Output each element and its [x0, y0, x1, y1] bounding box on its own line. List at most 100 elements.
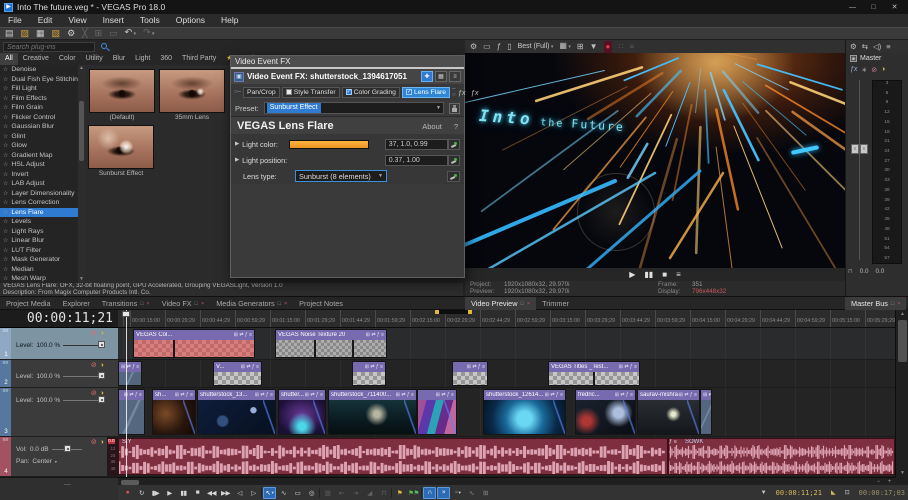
plugin-chain-chip[interactable]: Lens Flare: [402, 87, 450, 98]
track-lane-3[interactable]: sh... shutterstock_13... shutter... shut…: [118, 388, 895, 437]
timeline-clip[interactable]: [352, 361, 386, 386]
overlays-dropdown[interactable]: ▦: [559, 40, 570, 53]
cursor-time[interactable]: 00:00:11;21: [776, 489, 822, 497]
plugin-list-item[interactable]: ☆Levels: [0, 217, 78, 227]
favorite-star-icon[interactable]: ☆: [3, 256, 8, 263]
timeline-clip[interactable]: [452, 361, 488, 386]
menu-item[interactable]: Options: [168, 14, 213, 27]
playhead-marker[interactable]: [122, 311, 130, 317]
dock-tab[interactable]: Project Notes□×: [293, 297, 349, 310]
master-insert-fx-icon[interactable]: ∗: [861, 66, 867, 74]
plugin-chain-menu-button[interactable]: ≡: [449, 71, 461, 82]
timeline-clip[interactable]: [118, 361, 142, 386]
scroll-up-icon[interactable]: ▲: [78, 65, 85, 72]
favorite-star-icon[interactable]: ☆: [3, 66, 8, 73]
peak-readout[interactable]: 0.0: [108, 439, 115, 444]
stop-button[interactable]: ■: [191, 487, 204, 499]
pan-value[interactable]: Center: [32, 458, 52, 465]
preview-pause-button[interactable]: ▮▮: [644, 270, 653, 279]
undo-icon[interactable]: ↶: [125, 27, 136, 40]
parameter-value[interactable]: 0.37, 1.00: [385, 155, 448, 166]
favorite-star-icon[interactable]: ☆: [3, 104, 8, 111]
favorite-star-icon[interactable]: ☆: [3, 133, 8, 140]
level-value[interactable]: 100.0 %: [36, 397, 60, 404]
sep-4[interactable]: [421, 488, 422, 498]
plugin-list-scrollbar[interactable]: ▲ ▼: [78, 65, 85, 283]
properties-gear-icon[interactable]: ⚙: [67, 28, 75, 39]
insert-marker-button[interactable]: ⚑: [393, 487, 406, 499]
preset-image[interactable]: [88, 125, 154, 169]
mixer-layout-icon[interactable]: ≡: [886, 42, 890, 51]
timeline-clip[interactable]: shutter...: [278, 389, 326, 435]
lock-button[interactable]: ⊓: [377, 487, 390, 499]
sep-1[interactable]: [261, 488, 262, 498]
clip-split-line[interactable]: [352, 340, 354, 357]
cut-icon[interactable]: ╳: [82, 28, 87, 39]
scrollbar-handle[interactable]: [79, 101, 84, 161]
trim-end-button[interactable]: ⇥: [349, 487, 362, 499]
plugin-list-item[interactable]: ☆Lens Flare: [0, 208, 78, 218]
favorite-star-icon[interactable]: ☆: [3, 180, 8, 187]
add-plugin-button[interactable]: ✚: [421, 71, 433, 82]
dock-tab[interactable]: Explorer□×: [57, 297, 96, 310]
quantize-to-frames-button[interactable]: ×: [437, 487, 450, 499]
float-window-icon[interactable]: □: [891, 301, 894, 307]
inactive-icon-1[interactable]: ∷: [618, 41, 623, 53]
edit-tool-button[interactable]: ↖: [263, 487, 276, 499]
mute-icon[interactable]: ⊘: [91, 362, 97, 369]
save-snapshot-icon[interactable]: ▼: [590, 41, 598, 53]
favorite-star-icon[interactable]: ☆: [3, 152, 8, 159]
minimize-button[interactable]: —: [843, 2, 862, 13]
level-slider[interactable]: [63, 341, 105, 349]
close-icon[interactable]: ×: [147, 301, 150, 307]
plugin-list-item[interactable]: ☆Mesh Warp: [0, 274, 78, 283]
plugin-filter-tab[interactable]: ★Utility: [81, 53, 108, 65]
timeline-clip[interactable]: shutterstock_12614...: [483, 389, 566, 435]
redo-icon[interactable]: ↷: [143, 27, 154, 40]
parameter-value[interactable]: 37, 1.0, 0.99: [385, 139, 448, 150]
preset-dropdown[interactable]: Sunburst Effect ▼: [264, 102, 444, 114]
selection-end-time[interactable]: 00:00:17;03: [859, 489, 905, 497]
plugin-list-item[interactable]: ☆Median: [0, 265, 78, 275]
favorite-star-icon[interactable]: ☆: [3, 142, 8, 149]
animate-keyframe-button[interactable]: [448, 155, 460, 166]
help-button[interactable]: ?: [454, 122, 458, 131]
dock-tab[interactable]: Master Bus□×: [845, 297, 906, 310]
plugin-list-item[interactable]: ☆Dual Fish Eye Stitching: [0, 75, 78, 85]
plugin-chain-layout-button[interactable]: ▦: [435, 71, 447, 82]
plugin-chain-chip[interactable]: Style Transfer: [282, 87, 340, 98]
track-lane-2[interactable]: V... VEGAS Titles _Test...: [118, 360, 895, 388]
fader-lock-icon[interactable]: ⊓: [848, 268, 853, 275]
favorite-star-icon[interactable]: ☆: [3, 85, 8, 92]
plugin-chain-chip[interactable]: Color Grading: [342, 87, 400, 98]
plugin-list-item[interactable]: ☆Film Effects: [0, 94, 78, 104]
trim-start-button[interactable]: ⇤: [335, 487, 348, 499]
close-icon[interactable]: ×: [527, 301, 530, 307]
inactive-icon-2[interactable]: ≡: [629, 41, 634, 53]
dock-tab[interactable]: Video Preview□×: [465, 297, 536, 310]
timeline-clip[interactable]: VEGAS Titles _Test...: [548, 361, 640, 386]
zoom-tool-button[interactable]: ◎: [305, 487, 318, 499]
preset-thumbnail[interactable]: (Default): [89, 69, 155, 122]
split-screen-view-icon[interactable]: ▯: [507, 41, 511, 53]
track-header-1[interactable]: ≡≡ 1 ⊘◑ Level: 100.0 %: [0, 328, 118, 360]
favorite-star-icon[interactable]: ☆: [3, 190, 8, 197]
new-project-icon[interactable]: ▤: [5, 28, 14, 39]
slider-handle[interactable]: [98, 372, 105, 379]
clip-split-line[interactable]: [173, 340, 175, 357]
chevron-down-icon[interactable]: ▼: [436, 105, 441, 111]
render-as-icon[interactable]: ▧: [52, 28, 61, 39]
timeline-tracks-area[interactable]: VEGAS Col... VEGAS Noise Texture 20 V...: [118, 328, 895, 477]
favorite-star-icon[interactable]: ☆: [3, 123, 8, 130]
enable-snapping-button[interactable]: ∩: [423, 487, 436, 499]
solo-icon[interactable]: ◑: [100, 362, 104, 369]
menu-item[interactable]: Tools: [132, 14, 168, 27]
track-grip-icon[interactable]: ≡≡: [0, 438, 11, 443]
clip-header-icons[interactable]: [436, 392, 454, 398]
external-monitor-icon[interactable]: ▭: [483, 41, 491, 53]
clip-header-icons[interactable]: [366, 332, 384, 338]
pause-button[interactable]: ▮▮: [177, 487, 190, 499]
scroll-down-icon[interactable]: ▼: [896, 469, 908, 477]
track-header-3[interactable]: ≡≡ 3 ⊘◑ Level: 100.0 %: [0, 388, 118, 437]
plugin-filter-tab[interactable]: ★All: [0, 53, 18, 65]
